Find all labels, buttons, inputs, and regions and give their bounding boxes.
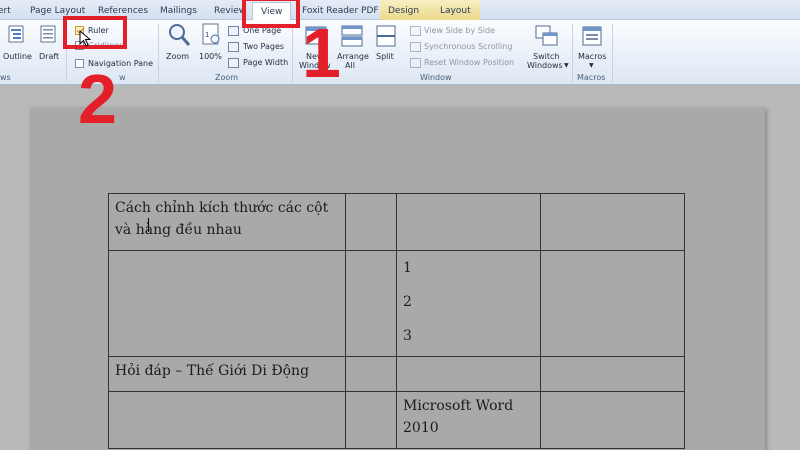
switch-windows-label-2[interactable]: Windows [527,61,563,71]
macros-icon[interactable] [580,24,604,48]
macros-dropdown-icon[interactable]: ▼ [589,61,594,71]
macros-group-label: Macros [577,73,606,82]
outline-label[interactable]: Outline [3,52,32,62]
table-row: Microsoft Word 2010 [108,391,685,449]
table-cell[interactable] [108,250,346,357]
table-cell[interactable] [396,356,541,392]
page-width-icon[interactable] [228,58,239,68]
zoom-100-icon[interactable]: 1 [198,22,224,48]
group-separator [158,24,159,82]
zoom-label[interactable]: Zoom [166,52,189,62]
step-2-marker: 2 [78,60,117,138]
switch-windows-dropdown-icon[interactable]: ▼ [564,61,569,71]
two-pages-icon[interactable] [228,42,239,52]
group-separator [572,24,573,82]
split-icon[interactable] [374,24,398,48]
table-cell[interactable] [345,193,397,251]
group-separator [612,24,613,82]
arrange-all-icon[interactable] [340,24,364,48]
table-cell[interactable]: Cách chỉnh kích thước các cột và hàng đề… [108,193,346,251]
outline-view-icon[interactable] [6,24,26,44]
table-cell[interactable]: 1 2 3 [396,250,541,357]
step-1-marker: 1 [302,14,341,92]
zoom-icon[interactable] [166,22,192,48]
reset-window-position-icon[interactable] [410,58,421,68]
tab-design[interactable]: Design [380,0,432,20]
tab-layout[interactable]: Layout [432,0,480,20]
table-cell[interactable] [540,356,685,392]
table-cell[interactable]: Hỏi đáp – Thế Giới Di Động [108,356,346,392]
table-cell[interactable]: Microsoft Word 2010 [396,391,541,449]
tab-insert[interactable]: ert [0,2,11,20]
view-tab-highlight [242,0,300,28]
synchronous-scrolling-label[interactable]: Synchronous Scrolling [424,42,512,52]
table-cell[interactable] [540,391,685,449]
arrange-all-label-2[interactable]: All [345,61,355,71]
zoom-100-label[interactable]: 100% [199,52,222,62]
table-cell[interactable] [540,250,685,357]
mouse-pointer-icon [79,30,91,47]
split-label[interactable]: Split [376,52,394,62]
text-cursor [148,218,149,232]
cell-text: Cách chỉnh kích thước các cột và hàng đề… [115,200,329,238]
table-row: Hỏi đáp – Thế Giới Di Động [108,356,685,392]
document-table[interactable]: Cách chỉnh kích thước các cột và hàng đề… [108,193,685,449]
cell-text: 1 2 3 [403,260,412,344]
table-cell[interactable] [108,391,346,449]
table-cell[interactable] [396,193,541,251]
table-cell[interactable] [540,193,685,251]
window-group-label: Window [420,73,452,82]
draft-view-icon[interactable] [38,24,58,44]
svg-text:1: 1 [205,31,209,39]
table-cell[interactable] [345,356,397,392]
switch-windows-icon[interactable] [534,24,560,48]
views-group-label: ws [0,73,11,82]
table-cell[interactable] [345,391,397,449]
view-side-by-side-label[interactable]: View Side by Side [424,26,495,36]
group-separator [292,24,293,82]
table-row: Cách chỉnh kích thước các cột và hàng đề… [108,193,685,251]
table-cell[interactable] [345,250,397,357]
draft-label[interactable]: Draft [39,52,59,62]
synchronous-scrolling-icon[interactable] [410,42,421,52]
one-page-icon[interactable] [228,26,239,36]
two-pages-label[interactable]: Two Pages [243,42,284,52]
tab-mailings[interactable]: Mailings [160,2,197,20]
zoom-group-label: Zoom [215,73,239,82]
cell-text: Microsoft Word 2010 [403,398,514,436]
reset-window-position-label[interactable]: Reset Window Position [424,58,514,68]
table-row: 1 2 3 [108,250,685,357]
page-width-label[interactable]: Page Width [243,58,288,68]
cell-text: Hỏi đáp – Thế Giới Di Động [115,363,310,379]
show-group-label: w [119,73,126,82]
view-side-by-side-icon[interactable] [410,26,421,36]
ruler-highlight [63,16,127,49]
